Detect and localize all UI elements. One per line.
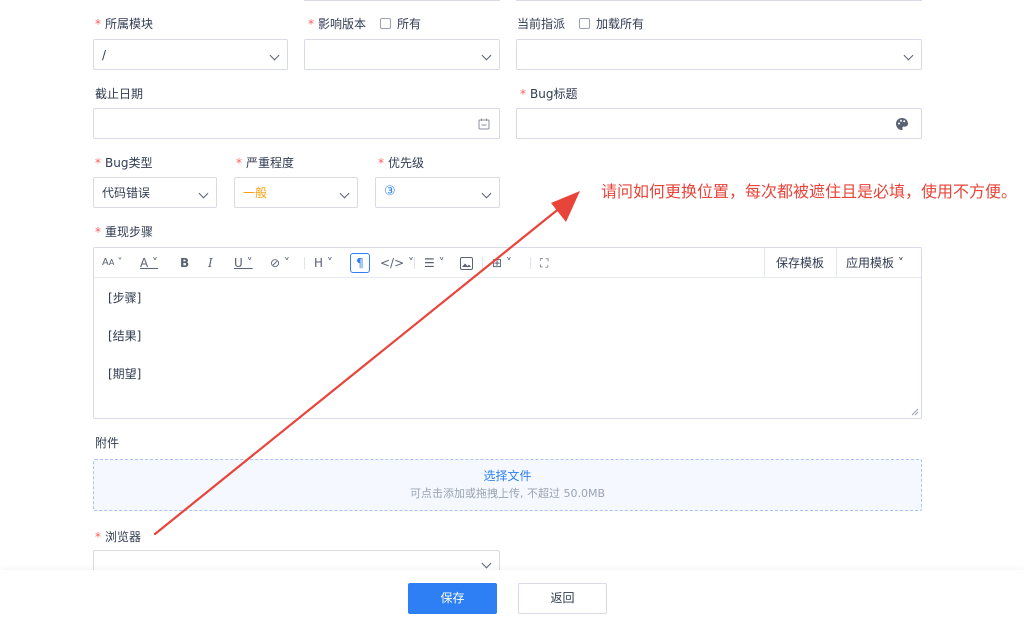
code-button[interactable]: </> ˅ [380, 256, 414, 270]
assignee-label: 当前指派 加载所有 [517, 17, 645, 31]
save-template-button[interactable]: 保存模板 [776, 256, 824, 270]
underline-button[interactable]: U ˅ [234, 256, 253, 270]
load-all-checkbox[interactable] [579, 18, 591, 29]
back-button[interactable]: 返回 [518, 583, 607, 614]
action-bar [0, 570, 1025, 628]
severity-label: * 严重程度 [236, 156, 295, 170]
browser-label: * 浏览器 [95, 530, 142, 544]
font-size-button[interactable]: AA ˅ [102, 256, 123, 270]
annotation-note: 请问如何更换位置，每次都被遮住且是必填，使用不方便。 [601, 182, 1018, 201]
chevron-down-icon [481, 188, 492, 199]
bug-title-input[interactable] [516, 108, 922, 139]
steps-line: [步骤] [108, 291, 142, 305]
bug-type-select[interactable]: 代码错误 [93, 177, 217, 208]
apply-template-button[interactable]: 应用模板 ˅ [846, 256, 904, 270]
font-color-button[interactable]: A ˅ [140, 256, 158, 270]
list-button[interactable]: ☰ ˅ [424, 256, 445, 270]
result-line: [结果] [108, 329, 142, 343]
version-label: * 影响版本 所有 [308, 17, 422, 31]
module-select[interactable]: / [93, 39, 288, 70]
all-versions-checkbox[interactable] [380, 18, 392, 29]
steps-label: * 重现步骤 [95, 225, 154, 239]
chevron-down-icon [903, 50, 914, 61]
bold-button[interactable]: B [180, 256, 189, 270]
bug-title-label: * Bug标题 [520, 87, 578, 101]
priority-select[interactable]: ③ [375, 177, 500, 208]
editor-toolbar: AA ˅ A ˅ B I U ˅ ⊘ ˅ H ˅ ¶ </> ˅ ☰ ˅ ⊞ ˅… [94, 248, 921, 278]
expected-line: [期望] [108, 367, 142, 381]
deadline-input[interactable] [93, 108, 500, 139]
chevron-down-icon [481, 558, 492, 569]
calendar-icon[interactable] [478, 118, 490, 130]
heading-button[interactable]: H ˅ [314, 256, 333, 270]
palette-icon[interactable] [895, 117, 909, 131]
upload-hint: 可点击添加或拖拽上传, 不超过 50.0MB [409, 487, 606, 500]
link-button[interactable]: ⊘ ˅ [270, 256, 290, 270]
chevron-down-icon [481, 50, 492, 61]
top-divider-right [516, 0, 922, 1]
image-icon[interactable] [460, 257, 473, 270]
resize-handle-icon[interactable] [911, 408, 919, 416]
chevron-down-icon [269, 50, 280, 61]
paragraph-button[interactable]: ¶ [350, 253, 370, 273]
module-label: * 所属模块 [95, 17, 154, 31]
steps-editor[interactable]: AA ˅ A ˅ B I U ˅ ⊘ ˅ H ˅ ¶ </> ˅ ☰ ˅ ⊞ ˅… [93, 247, 922, 419]
assignee-select[interactable] [516, 39, 922, 70]
top-divider-left [304, 0, 500, 1]
bug-type-label: * Bug类型 [95, 156, 153, 170]
browser-select[interactable] [93, 550, 500, 572]
italic-button[interactable]: I [208, 256, 213, 270]
deadline-label: 截止日期 [95, 87, 144, 101]
select-file-link[interactable]: 选择文件 [94, 468, 921, 484]
fullscreen-icon[interactable]: ⛶ [540, 256, 548, 270]
severity-select[interactable]: 一般 [234, 177, 358, 208]
chevron-down-icon [339, 188, 350, 199]
save-button[interactable]: 保存 [408, 583, 497, 614]
attachment-label: 附件 [95, 436, 120, 450]
version-select[interactable] [304, 39, 500, 70]
priority-label: * 优先级 [378, 156, 425, 170]
chevron-down-icon [198, 188, 209, 199]
table-button[interactable]: ⊞ ˅ [492, 256, 512, 270]
upload-dropzone[interactable]: 选择文件 可点击添加或拖拽上传, 不超过 50.0MB [93, 459, 922, 511]
